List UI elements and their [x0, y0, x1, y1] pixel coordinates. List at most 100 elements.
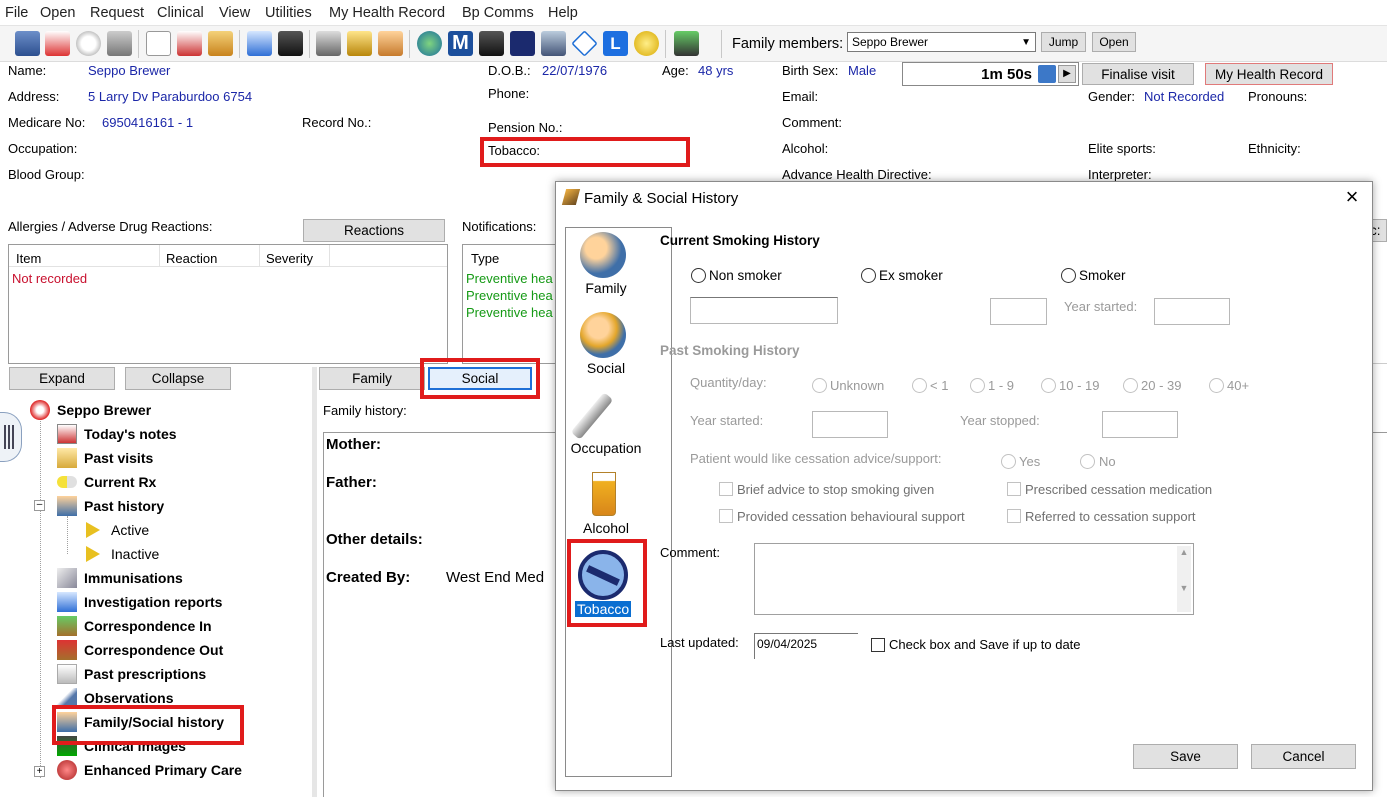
xray-icon[interactable]: [278, 31, 303, 56]
tree-item-immunisations[interactable]: Immunisations: [84, 570, 183, 586]
cessation-no-label[interactable]: No: [1099, 454, 1116, 469]
tab-family[interactable]: Family: [319, 367, 425, 390]
quantity-radio[interactable]: [812, 378, 827, 393]
menu-request[interactable]: Request: [90, 5, 144, 21]
behavioural-checkbox[interactable]: [719, 509, 733, 523]
smoker-label[interactable]: Smoker: [1079, 268, 1126, 283]
cessation-no-radio[interactable]: [1080, 454, 1095, 469]
quantity-10-19[interactable]: 10 - 19: [1059, 378, 1099, 393]
comment-textarea[interactable]: ▲ ▼: [754, 543, 1194, 615]
letter-icon[interactable]: [177, 31, 202, 56]
scrollbar[interactable]: ▲ ▼: [1177, 546, 1191, 612]
tobacco-label[interactable]: Tobacco:: [488, 143, 540, 158]
brief-advice-label[interactable]: Brief advice to stop smoking given: [737, 482, 934, 497]
collapse-node-icon[interactable]: –: [34, 500, 45, 511]
menu-view[interactable]: View: [219, 5, 250, 21]
exit-icon[interactable]: [674, 31, 699, 56]
new-document-icon[interactable]: [146, 31, 171, 56]
tree-subitem-active[interactable]: Active: [111, 522, 149, 538]
quantity-20-39[interactable]: 20 - 39: [1141, 378, 1181, 393]
quantity-radio[interactable]: [970, 378, 985, 393]
reactions-button[interactable]: Reactions: [303, 219, 445, 242]
patient-file-icon[interactable]: [15, 31, 40, 56]
tree-root-patient[interactable]: Seppo Brewer: [57, 402, 151, 418]
person-icon[interactable]: [378, 31, 403, 56]
cessation-yes-radio[interactable]: [1001, 454, 1016, 469]
year-started-field[interactable]: [1154, 298, 1230, 325]
play-icon[interactable]: ▶: [1058, 65, 1076, 83]
year-stopped-field[interactable]: [1102, 411, 1178, 438]
smoker-radio[interactable]: [1061, 268, 1076, 283]
quantity-radio[interactable]: [1209, 378, 1224, 393]
quantity-lt1[interactable]: < 1: [930, 378, 948, 393]
referred-label[interactable]: Referred to cessation support: [1025, 509, 1196, 524]
diamond-icon[interactable]: [571, 30, 598, 57]
quantity-unknown[interactable]: Unknown: [830, 378, 884, 393]
tree-item-current-rx[interactable]: Current Rx: [84, 474, 156, 490]
brief-advice-checkbox[interactable]: [719, 482, 733, 496]
expand-node-icon[interactable]: +: [34, 766, 45, 777]
non-smoker-label[interactable]: Non smoker: [709, 268, 782, 283]
finalise-visit-button[interactable]: Finalise visit: [1082, 63, 1194, 85]
quantity-40-plus[interactable]: 40+: [1227, 378, 1249, 393]
cancel-button[interactable]: Cancel: [1251, 744, 1356, 769]
menu-my-health-record[interactable]: My Health Record: [329, 5, 445, 21]
beer-icon[interactable]: [592, 472, 616, 516]
side-handle-icon[interactable]: [0, 412, 22, 462]
save-button[interactable]: Save: [1133, 744, 1238, 769]
splitter[interactable]: [312, 367, 317, 797]
allergies-col-item[interactable]: Item: [16, 251, 41, 266]
open-button[interactable]: Open: [1092, 32, 1136, 52]
menu-utilities[interactable]: Utilities: [265, 5, 312, 21]
hourglass-icon[interactable]: [208, 31, 233, 56]
tree-item-todays-notes[interactable]: Today's notes: [84, 426, 177, 442]
tab-social[interactable]: Social: [428, 367, 532, 390]
l-icon[interactable]: L: [603, 31, 628, 56]
menu-help[interactable]: Help: [548, 5, 578, 21]
category-tobacco[interactable]: Tobacco: [575, 601, 632, 617]
printer-icon[interactable]: [107, 31, 132, 56]
family-icon[interactable]: [580, 232, 626, 278]
lightbulb-icon[interactable]: [634, 31, 659, 56]
notifications-col-type[interactable]: Type: [471, 251, 499, 266]
menu-open[interactable]: Open: [40, 5, 75, 21]
pause-icon[interactable]: [1038, 65, 1056, 83]
family-members-select[interactable]: Seppo Brewer ▼: [847, 32, 1036, 52]
tree-item-investigation-reports[interactable]: Investigation reports: [84, 594, 222, 610]
my-health-record-button[interactable]: My Health Record: [1205, 63, 1333, 85]
tree-item-observations[interactable]: Observations: [84, 690, 173, 706]
stethoscope-icon[interactable]: [316, 31, 341, 56]
category-social[interactable]: Social: [564, 360, 648, 376]
tree-item-past-prescriptions[interactable]: Past prescriptions: [84, 666, 206, 682]
category-occupation[interactable]: Occupation: [564, 440, 648, 456]
jump-button[interactable]: Jump: [1041, 32, 1086, 52]
menu-bp-comms[interactable]: Bp Comms: [462, 5, 534, 21]
mims-icon[interactable]: M: [448, 31, 473, 56]
prescribed-checkbox[interactable]: [1007, 482, 1021, 496]
globe-icon[interactable]: [417, 31, 442, 56]
quantity-1-9[interactable]: 1 - 9: [988, 378, 1014, 393]
past-year-started-field[interactable]: [812, 411, 888, 438]
no-smoking-icon[interactable]: [578, 550, 628, 600]
last-updated-field[interactable]: 09/04/2025: [754, 633, 858, 659]
tree-item-clinical-images[interactable]: Clinical images: [84, 738, 186, 754]
social-icon[interactable]: [580, 312, 626, 358]
smoking-quantity-field[interactable]: [990, 298, 1047, 325]
cessation-yes-label[interactable]: Yes: [1019, 454, 1040, 469]
quantity-radio[interactable]: [1123, 378, 1138, 393]
up-to-date-checkbox[interactable]: [871, 638, 885, 652]
category-alcohol[interactable]: Alcohol: [564, 520, 648, 536]
close-icon[interactable]: ×: [1340, 186, 1364, 210]
notifications-table[interactable]: Type Preventive hea Preventive hea Preve…: [462, 244, 562, 364]
clock-icon[interactable]: [76, 31, 101, 56]
notification-row[interactable]: Preventive hea: [466, 288, 553, 303]
allergies-col-severity[interactable]: Severity: [266, 251, 313, 266]
ex-smoker-label[interactable]: Ex smoker: [879, 268, 943, 283]
allergies-table[interactable]: Item Reaction Severity Not recorded: [8, 244, 448, 364]
flask-icon[interactable]: [247, 31, 272, 56]
graduate-icon[interactable]: [479, 31, 504, 56]
notification-row[interactable]: Preventive hea: [466, 305, 553, 320]
ex-smoker-radio[interactable]: [861, 268, 876, 283]
tree-item-past-history[interactable]: Past history: [84, 498, 164, 514]
tree-item-correspondence-out[interactable]: Correspondence Out: [84, 642, 223, 658]
